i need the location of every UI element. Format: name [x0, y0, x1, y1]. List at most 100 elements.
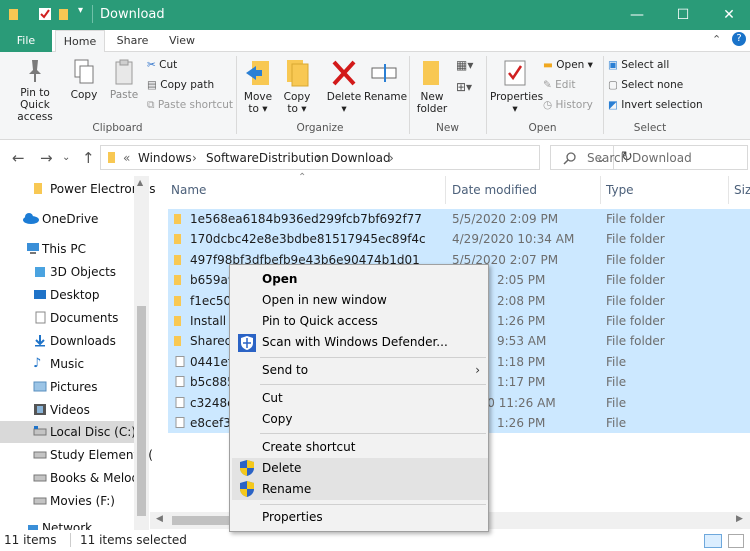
history-ribbon-button[interactable]: ◷ History	[543, 98, 593, 112]
new-item-icon[interactable]: ▦▾	[456, 58, 473, 72]
address-bar[interactable]: « Windows › SoftwareDistribution › Downl…	[100, 145, 633, 170]
crumb-download[interactable]: Download	[331, 151, 391, 165]
forward-arrow-icon[interactable]: →	[40, 149, 53, 167]
cut-button[interactable]: ✂ Cut	[147, 58, 177, 72]
pin-quick-access-button[interactable]: Pin to Quick access	[4, 58, 66, 123]
edit-ribbon-button[interactable]: ✎ Edit	[543, 78, 576, 92]
properties-ribbon-button[interactable]: Properties ▾	[490, 58, 543, 115]
file-date: 1:26 PM	[497, 416, 546, 430]
invert-selection-button[interactable]: ◩ Invert selection	[608, 98, 703, 112]
crumb-separator[interactable]: ›	[192, 151, 197, 165]
easy-access-icon[interactable]: ⊞▾	[456, 80, 472, 94]
nav-item-books-melody[interactable]: Books & Melody	[0, 467, 146, 489]
menu-item-properties[interactable]: Properties	[232, 507, 488, 528]
details-view-icon[interactable]	[704, 534, 722, 548]
column-divider[interactable]	[600, 176, 601, 204]
menu-item-delete[interactable]: Delete	[232, 458, 488, 479]
paste-button[interactable]: Paste	[107, 58, 141, 101]
nav-item-study-elements[interactable]: Study Elements (	[0, 444, 153, 466]
new-folder-quick-icon[interactable]	[58, 7, 72, 21]
crumb-separator[interactable]: ›	[389, 151, 394, 165]
copy-button[interactable]: Copy	[68, 58, 100, 101]
column-divider[interactable]	[728, 176, 729, 204]
properties-icon	[504, 60, 526, 86]
nav-item-music[interactable]: ♪ Music	[0, 353, 134, 375]
menu-item-label: Cut	[262, 391, 283, 405]
menu-separator	[260, 357, 486, 358]
menu-item-pin-quick-access[interactable]: Pin to Quick access	[232, 311, 488, 332]
back-arrow-icon[interactable]: ←	[12, 149, 25, 167]
select-none-button[interactable]: ▢ Select none	[608, 78, 683, 92]
scroll-left-icon[interactable]: ◀	[156, 514, 163, 524]
open-ribbon-button[interactable]: ▬ Open ▾	[543, 58, 593, 72]
search-input[interactable]: Search Download	[550, 145, 748, 170]
nav-item-documents[interactable]: Documents	[0, 307, 134, 329]
file-row[interactable]: 1e568ea6184b936ed299fcb7bf692f77 5/5/2020…	[168, 209, 750, 230]
nav-item-downloads[interactable]: Downloads	[0, 330, 134, 352]
column-header-size[interactable]: Size	[734, 183, 750, 197]
minimize-button[interactable]: —	[622, 4, 652, 26]
menu-item-open[interactable]: Open	[232, 269, 488, 290]
column-header-name[interactable]: Name	[171, 183, 206, 197]
nav-item-power-electronics[interactable]: Power Electronics	[0, 178, 156, 200]
history-icon: ◷	[543, 99, 553, 111]
rename-ribbon-button[interactable]: Rename	[364, 58, 407, 103]
nav-item-videos[interactable]: Videos	[0, 399, 134, 421]
desktop-icon	[34, 290, 46, 299]
menu-item-create-shortcut[interactable]: Create shortcut	[232, 437, 488, 458]
help-icon[interactable]: ?	[732, 32, 746, 46]
nav-item-movies-f[interactable]: Movies (F:)	[0, 490, 134, 512]
nav-item-onedrive[interactable]: OneDrive	[0, 208, 134, 230]
file-type: File folder	[606, 212, 665, 226]
select-all-button[interactable]: ▣ Select all	[608, 58, 669, 72]
large-icons-view-icon[interactable]	[728, 534, 744, 548]
tab-share[interactable]: Share	[110, 30, 155, 52]
up-arrow-icon[interactable]: ↑	[82, 149, 95, 167]
nav-item-network[interactable]: Network	[0, 518, 134, 530]
delete-ribbon-button[interactable]: Delete ▾	[325, 58, 363, 115]
nav-item-desktop[interactable]: Desktop	[0, 284, 134, 306]
maximize-button[interactable]: ☐	[668, 4, 698, 26]
crumb-softwaredistribution[interactable]: SoftwareDistribution	[206, 151, 329, 165]
move-to-button[interactable]: Move to ▾	[240, 58, 276, 115]
tab-file[interactable]: File	[0, 30, 52, 52]
copy-to-button[interactable]: Copy to ▾	[280, 58, 314, 115]
properties-quick-icon[interactable]	[38, 7, 52, 21]
nav-item-3d-objects[interactable]: 3D Objects	[0, 261, 134, 283]
nav-item-this-pc[interactable]: This PC	[0, 238, 134, 260]
menu-item-open-new-window[interactable]: Open in new window	[232, 290, 488, 311]
file-type: File folder	[606, 252, 665, 267]
menu-item-rename[interactable]: Rename	[232, 479, 488, 500]
scroll-right-icon[interactable]: ▶	[736, 514, 743, 524]
copy-path-button[interactable]: ▤ Copy path	[147, 78, 214, 92]
file-name: 1e568ea6184b936ed299fcb7bf692f77	[190, 212, 422, 226]
column-divider[interactable]	[445, 176, 446, 204]
collapse-ribbon-icon[interactable]: ⌃	[712, 33, 721, 46]
new-folder-button[interactable]: New folder	[414, 58, 450, 115]
recent-locations-icon[interactable]: ⌄	[62, 152, 70, 163]
menu-item-scan-defender[interactable]: Scan with Windows Defender...	[232, 332, 488, 353]
nav-item-pictures[interactable]: Pictures	[0, 376, 134, 398]
tab-view[interactable]: View	[160, 30, 204, 52]
scroll-up-icon[interactable]: ▲	[137, 178, 143, 187]
tab-home[interactable]: Home	[55, 30, 105, 53]
history-ribbon-label: History	[555, 99, 593, 111]
column-header-date-modified[interactable]: Date modified	[452, 183, 537, 197]
column-header-type[interactable]: Type	[606, 183, 634, 197]
nav-scrollbar-thumb[interactable]	[137, 306, 146, 516]
paste-shortcut-button[interactable]: ⧉ Paste shortcut	[147, 98, 233, 112]
nav-pane-scrollbar[interactable]: ▲	[134, 176, 149, 530]
quick-access-toolbar-dropdown-icon[interactable]: ▾	[78, 5, 92, 19]
pin-icon	[29, 60, 41, 82]
file-row[interactable]: 170dcbc42e8e3bdbe81517945ec89f4c 4/29/202…	[168, 229, 750, 250]
crumb-separator[interactable]: ›	[316, 151, 321, 165]
menu-item-copy[interactable]: Copy	[232, 409, 488, 430]
crumb-windows[interactable]: Windows	[138, 151, 192, 165]
close-button[interactable]: ✕	[714, 4, 744, 26]
nav-item-label: Documents	[50, 311, 119, 325]
crumb-overflow[interactable]: «	[123, 151, 130, 165]
nav-item-local-disc-c[interactable]: Local Disc (C:)	[0, 421, 136, 443]
menu-item-send-to[interactable]: Send to ›	[232, 360, 488, 381]
file-date: 1:26 PM	[497, 314, 546, 328]
menu-item-cut[interactable]: Cut	[232, 388, 488, 409]
